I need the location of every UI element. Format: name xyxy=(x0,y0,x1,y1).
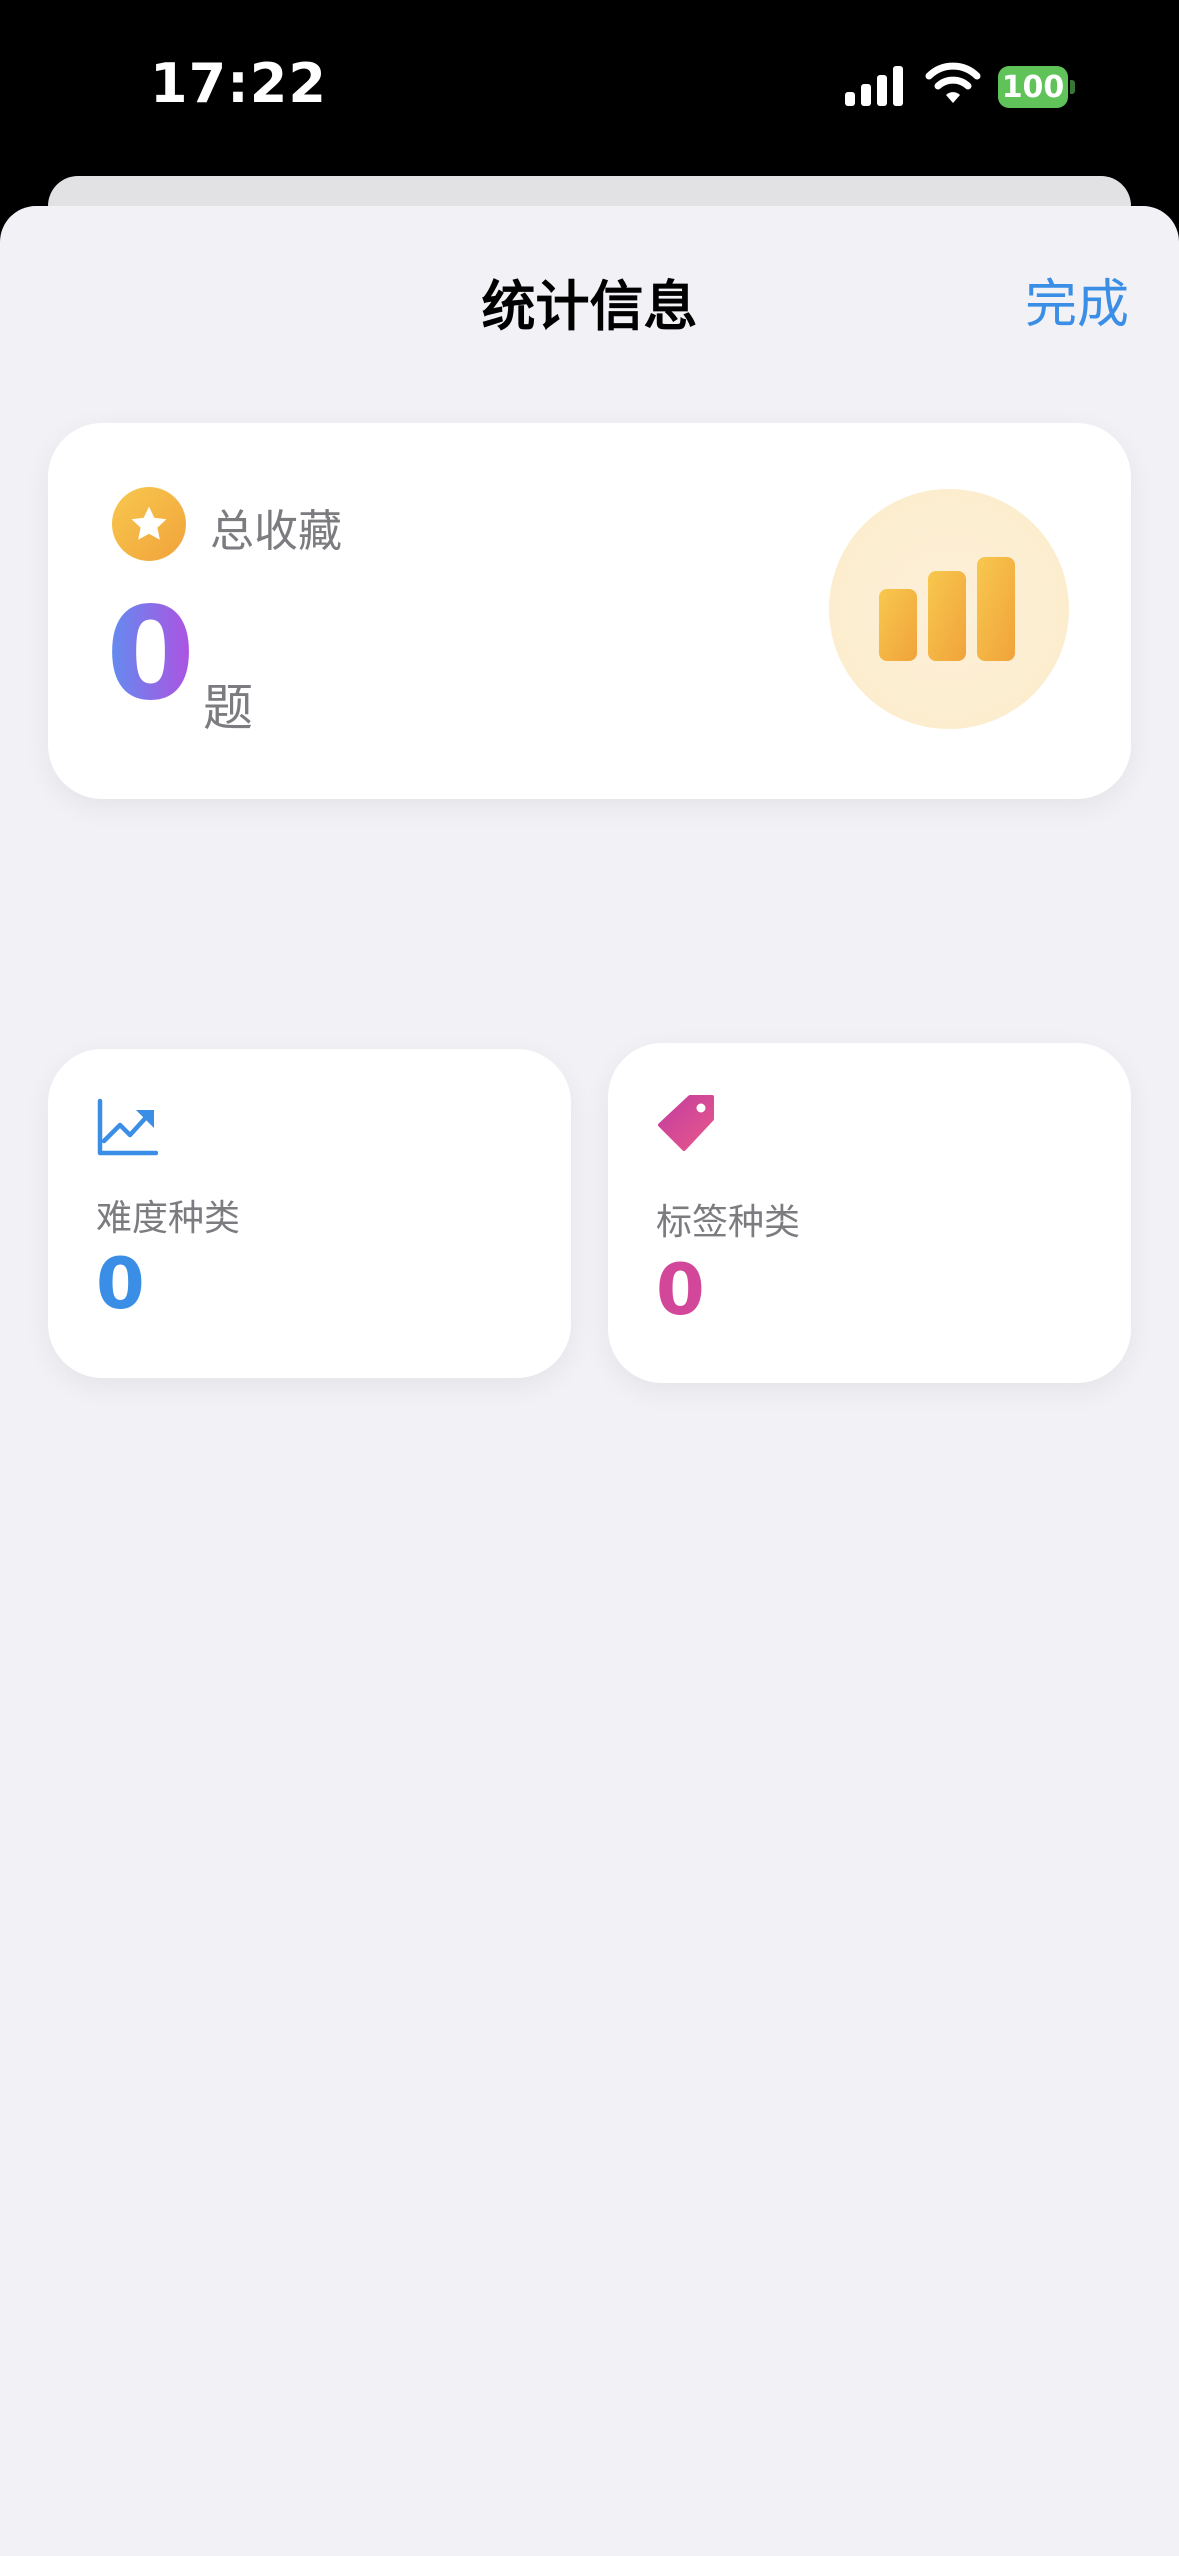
bar-chart-icon xyxy=(879,557,1015,661)
difficulty-types-value: 0 xyxy=(96,1243,145,1325)
status-bar: 17:22 100 xyxy=(0,0,1179,175)
tag-types-label: 标签种类 xyxy=(656,1202,801,1243)
done-button[interactable]: 完成 xyxy=(1025,262,1129,337)
chart-badge xyxy=(829,489,1069,729)
page-title: 统计信息 xyxy=(481,275,698,338)
trending-chart-icon xyxy=(97,1098,158,1156)
statistics-sheet: 统计信息 完成 总收藏 0 题 难度种类 0 标签种类 0 xyxy=(0,206,1179,2556)
total-favorites-unit: 题 xyxy=(203,679,253,737)
difficulty-types-card: 难度种类 0 xyxy=(48,1049,571,1378)
total-favorites-value: 0 xyxy=(106,580,196,729)
battery-cap xyxy=(1070,80,1075,94)
total-favorites-label: 总收藏 xyxy=(210,506,342,557)
tag-icon xyxy=(658,1095,714,1151)
battery-level: 100 xyxy=(998,66,1068,108)
total-favorites-card: 总收藏 0 题 xyxy=(48,423,1131,799)
battery-icon: 100 xyxy=(998,66,1075,108)
tag-types-value: 0 xyxy=(656,1249,705,1331)
star-icon xyxy=(112,487,186,561)
signal-icon xyxy=(845,66,903,106)
wifi-icon xyxy=(925,62,981,103)
tag-types-card: 标签种类 0 xyxy=(608,1043,1131,1383)
status-time: 17:22 xyxy=(150,52,327,115)
difficulty-types-label: 难度种类 xyxy=(96,1198,241,1239)
